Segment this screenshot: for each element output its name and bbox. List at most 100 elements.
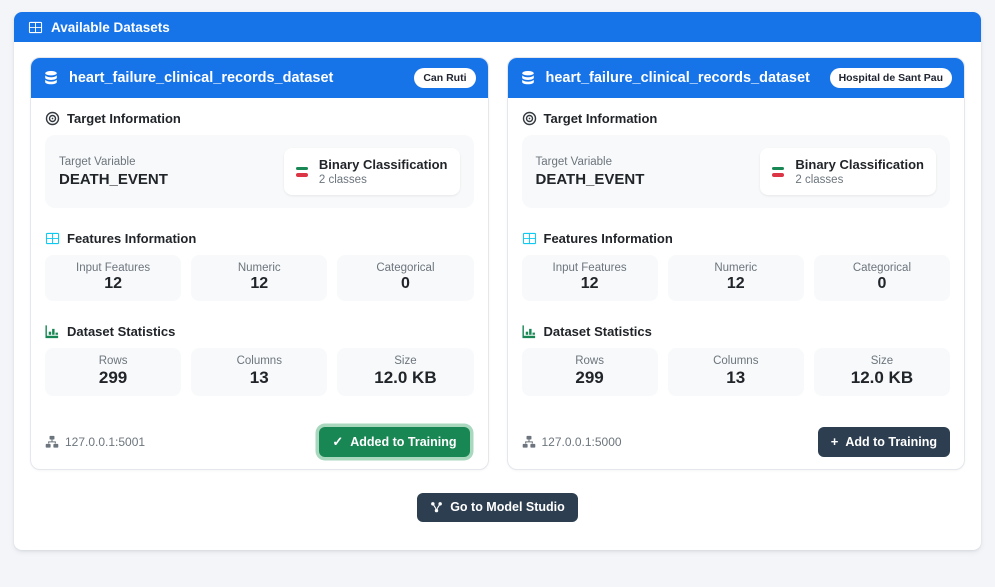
add-to-training-button[interactable]: + Add to Training [817,427,950,457]
dataset-stat-box: Columns 13 [191,348,328,396]
dataset-stat-box: Columns 13 [667,348,804,396]
bar-chart-icon [45,324,60,339]
stat-label: Columns [236,355,282,367]
stat-label: Categorical [852,262,912,274]
dataset-address: 127.0.0.1:5000 [522,435,622,449]
feature-stat-box: Categorical 0 [813,255,951,301]
classification-text: Binary Classification 2 classes [795,157,924,186]
section-title: Features Information [543,231,673,246]
dataset-stats-row: Rows 299 Columns 13 Size 12.0 KB [45,348,474,396]
section-heading: Features Information [45,231,474,246]
target-icon [522,111,537,126]
stat-value: 13 [249,368,269,387]
classification-classes: 2 classes [318,174,367,186]
dataset-statistics-section: Dataset Statistics Rows 299 Columns 13 S… [521,324,951,396]
dataset-card-header: heart_failure_clinical_records_dataset H… [507,58,964,98]
section-title: Features Information [67,231,197,246]
target-variable-value: DEATH_EVENT [535,170,645,188]
section-heading: Dataset Statistics [521,324,951,339]
dataset-title: heart_failure_clinical_records_dataset [545,70,810,86]
section-title: Dataset Statistics [543,324,652,339]
feature-stat-box: Numeric 12 [191,255,328,301]
section-heading: Features Information [522,231,951,246]
section-title: Target Information [543,111,658,126]
dataset-card-header: heart_failure_clinical_records_dataset C… [31,58,488,98]
stat-value: 12.0 KB [850,368,914,387]
feature-stat-box: Input Features 12 [45,255,182,301]
share-nodes-icon [430,501,443,514]
target-variable-block: Target Variable DEATH_EVENT [536,156,645,188]
section-heading: Target Information [522,111,951,126]
stat-value: 12 [104,275,122,292]
stat-value: 0 [400,275,410,292]
panel-body: heart_failure_clinical_records_dataset C… [14,42,981,537]
target-variable-label: Target Variable [59,155,136,168]
classification-type: Binary Classification [795,157,924,172]
target-variable-block: Target Variable DEATH_EVENT [59,156,168,188]
section-title: Target Information [67,111,181,126]
bar-chart-icon [521,324,537,339]
feature-stat-box: Categorical 0 [337,255,474,301]
target-variable-value: DEATH_EVENT [59,170,168,188]
features-information-section: Features Information Input Features 12 N… [45,231,474,301]
target-variable-box: Target Variable DEATH_EVENT Binary Class… [45,135,474,208]
features-stats-row: Input Features 12 Numeric 12 Categorical… [521,255,951,301]
stat-value: 0 [877,275,887,292]
button-label: Added to Training [350,434,457,449]
target-variable-label: Target Variable [535,155,613,168]
dataset-card-body: Target Information Target Variable DEATH… [508,98,965,469]
stat-label: Columns [713,355,759,367]
table-grid-icon [28,20,43,35]
stat-value: 299 [575,368,604,387]
stat-label: Rows [98,355,128,367]
dataset-address: 127.0.0.1:5001 [45,435,145,449]
classification-classes: 2 classes [795,174,844,186]
network-icon [45,435,59,449]
section-title: Dataset Statistics [67,324,176,339]
classification-card: Binary Classification 2 classes [283,148,460,195]
network-icon [522,435,536,449]
button-label: Go to Model Studio [450,500,565,514]
plus-icon: + [830,434,839,450]
dataset-address-text: 127.0.0.1:5001 [65,435,146,450]
panel-title: Available Datasets [51,19,170,35]
dataset-stat-box: Size 12.0 KB [337,348,474,396]
available-datasets-panel: Available Datasets heart_failure_clinica… [14,12,981,550]
stat-label: Size [394,355,417,367]
target-icon [45,111,60,126]
dataset-stat-box: Rows 299 [521,348,658,396]
dataset-card-body: Target Information Target Variable DEATH… [31,98,488,469]
classification-card: Binary Classification 2 classes [760,148,936,195]
stat-value: 12 [580,275,599,292]
model-studio-row: Go to Model Studio [30,493,965,522]
stat-value: 12.0 KB [374,368,437,387]
features-information-section: Features Information Input Features 12 N… [521,231,951,301]
features-stats-row: Input Features 12 Numeric 12 Categorical… [45,255,474,301]
section-heading: Dataset Statistics [45,324,474,339]
added-to-training-button[interactable]: ✓ Added to Training [319,427,470,457]
stat-label: Rows [575,355,604,367]
dataset-source-badge: Can Ruti [414,68,476,88]
target-variable-box: Target Variable DEATH_EVENT Binary Class… [521,135,950,208]
stat-label: Categorical [376,262,435,274]
dataset-address-text: 127.0.0.1:5000 [541,435,622,450]
panel-header: Available Datasets [14,12,981,42]
go-to-model-studio-button[interactable]: Go to Model Studio [417,493,578,522]
features-table-icon [45,231,60,246]
classification-type: Binary Classification [318,157,448,172]
binary-classes-icon [295,166,308,177]
dataset-stat-box: Size 12.0 KB [813,348,951,396]
dataset-stat-box: Rows 299 [45,348,182,396]
check-icon: ✓ [332,434,344,450]
dataset-card-footer: 127.0.0.1:5000 + Add to Training [522,427,950,457]
dataset-cards-row: heart_failure_clinical_records_dataset C… [30,57,965,470]
feature-stat-box: Input Features 12 [521,255,658,301]
target-information-section: Target Information Target Variable DEATH… [45,111,474,208]
binary-classes-icon [772,166,785,177]
dataset-statistics-section: Dataset Statistics Rows 299 Columns 13 S… [45,324,474,396]
target-information-section: Target Information Target Variable DEATH… [521,111,951,208]
stat-label: Size [870,355,894,367]
button-label: Add to Training [845,434,937,449]
stat-label: Input Features [552,262,627,274]
dataset-title: heart_failure_clinical_records_dataset [69,70,334,86]
